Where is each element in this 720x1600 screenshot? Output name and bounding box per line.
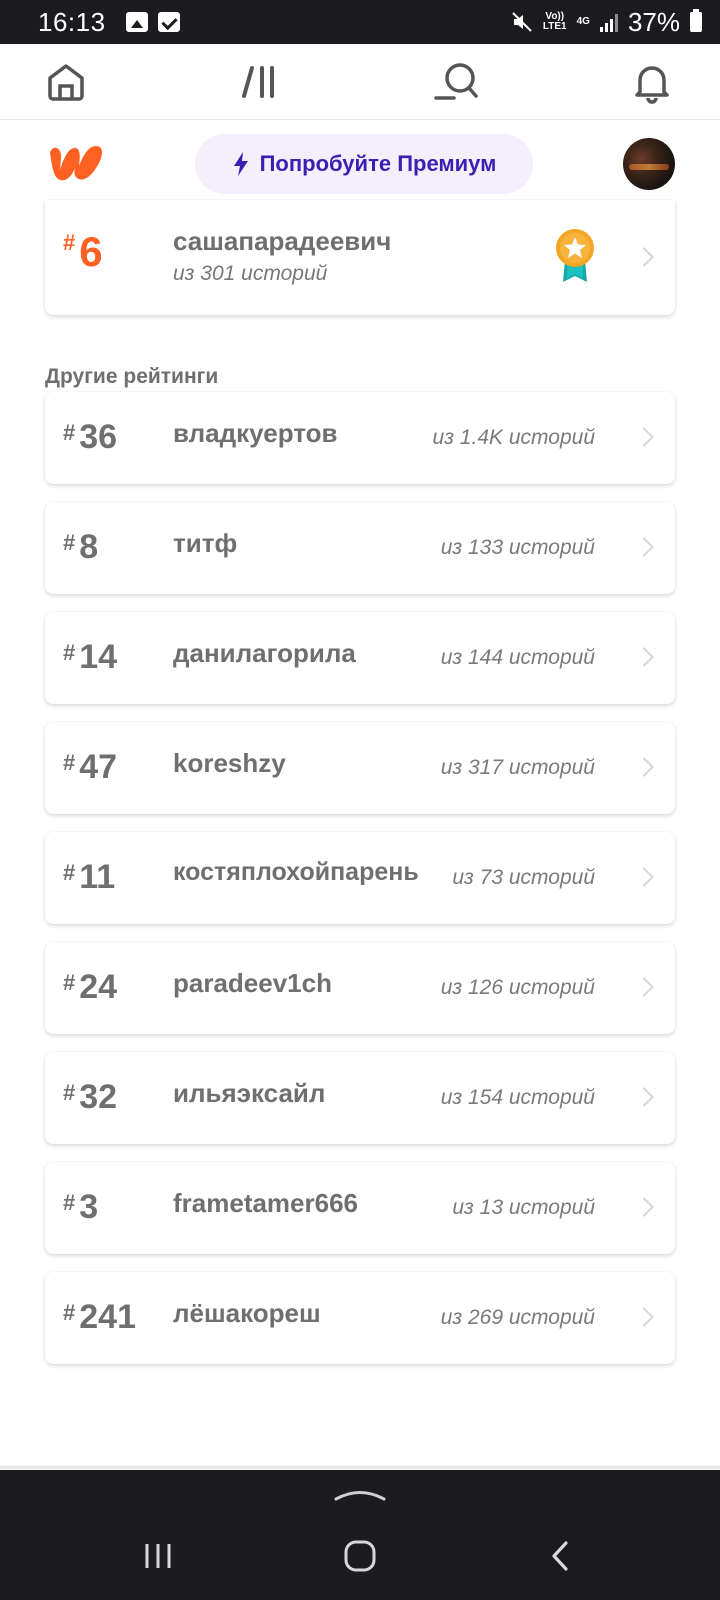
- home-button[interactable]: [42, 58, 90, 106]
- ranking-name: frametamer666: [173, 1188, 359, 1218]
- gallery-notification-icon: [125, 12, 148, 32]
- premium-label: Попробуйте Премиум: [259, 151, 497, 176]
- back-icon: [552, 1541, 568, 1571]
- medal-icon: [556, 229, 594, 282]
- chevron-right-icon: [634, 537, 654, 557]
- chevron-right-icon: [634, 977, 654, 997]
- top-navigation: [0, 44, 720, 120]
- rank-number: 3: [79, 1188, 99, 1226]
- chevron-right-icon: [634, 757, 654, 777]
- signal-icon: [599, 12, 618, 32]
- main-ranking-name: сашапарадеевич: [173, 226, 392, 256]
- notifications-button[interactable]: [628, 58, 676, 106]
- status-time: 16:13: [38, 6, 106, 37]
- battery-percent: 37%: [627, 6, 680, 37]
- ranking-count: из 126 историй: [440, 976, 595, 999]
- chevron-right-icon: [634, 427, 654, 447]
- ranking-name: владкуертов: [173, 418, 338, 448]
- mute-icon: [512, 12, 532, 32]
- ranking-count: из 317 историй: [440, 756, 595, 779]
- ranking-name: титф: [173, 528, 238, 558]
- main-rank: # 6: [63, 228, 103, 275]
- expand-handle-icon[interactable]: [334, 1486, 386, 1502]
- library-button[interactable]: [236, 58, 284, 106]
- wattpad-logo-icon: [50, 146, 102, 181]
- rank-number: 11: [79, 858, 116, 896]
- ranking-name: koreshzy: [173, 748, 286, 778]
- rank-number: 32: [79, 1078, 118, 1116]
- home-icon: [48, 64, 84, 101]
- network-type-indicator: 4G: [576, 16, 590, 27]
- main-rank-number: 6: [79, 228, 103, 275]
- ranking-count: из 154 историй: [440, 1086, 595, 1109]
- user-avatar[interactable]: [623, 138, 675, 190]
- ranking-name: paradeev1ch: [173, 968, 332, 998]
- rank-number: 47: [79, 748, 118, 786]
- ranking-card[interactable]: #3 frametamer666 из 13 историй: [45, 1162, 675, 1254]
- ranking-count: из 13 историй: [452, 1196, 595, 1219]
- bell-icon: [635, 66, 669, 104]
- ranking-name: лёшакореш: [173, 1298, 321, 1328]
- main-ranking-card[interactable]: # 6 сашапарадеевич из 301 историй: [45, 200, 675, 315]
- ranking-count: из 1.4K историй: [432, 426, 595, 449]
- ranking-card[interactable]: #36 владкуертов из 1.4K историй: [45, 392, 675, 484]
- library-icon: [242, 66, 274, 98]
- home-circle-icon: [344, 1540, 376, 1572]
- rank-number: 36: [79, 418, 118, 456]
- chevron-right-icon: [634, 647, 654, 667]
- other-rankings-title: Другие рейтинги: [45, 365, 219, 388]
- ranking-name: костяплохойпарень: [173, 858, 419, 886]
- rank-number: 24: [79, 968, 118, 1006]
- lightning-icon: [233, 152, 248, 176]
- ranking-card[interactable]: #24 paradeev1ch из 126 историй: [45, 942, 675, 1034]
- chevron-right-icon: [634, 1197, 654, 1217]
- chevron-right-icon: [634, 1307, 654, 1327]
- chevron-right-icon: [634, 247, 654, 267]
- rank-number: 8: [79, 528, 99, 566]
- main-ranking-subtitle: из 301 историй: [173, 262, 328, 285]
- ranking-count: из 73 историй: [452, 866, 595, 889]
- ranking-count: из 133 историй: [440, 536, 595, 559]
- chevron-right-icon: [634, 1087, 654, 1107]
- ranking-card[interactable]: #11 костяплохойпарень из 73 историй: [45, 832, 675, 924]
- battery-icon: [690, 9, 702, 32]
- back-button[interactable]: [536, 1532, 584, 1580]
- recent-apps-button[interactable]: [134, 1532, 182, 1580]
- ranking-card[interactable]: #47 koreshzy из 317 историй: [45, 722, 675, 814]
- system-navigation-bar: [0, 1470, 720, 1600]
- ranking-card[interactable]: #32 ильяэксайл из 154 историй: [45, 1052, 675, 1144]
- home-system-button[interactable]: [336, 1532, 384, 1580]
- search-icon: [434, 63, 478, 100]
- rank-number: 14: [79, 638, 118, 676]
- app-header: Попробуйте Премиум: [0, 120, 720, 208]
- chevron-right-icon: [634, 867, 654, 887]
- ranking-count: из 144 историй: [440, 646, 595, 669]
- ranking-card[interactable]: #8 титф из 133 историй: [45, 502, 675, 594]
- search-button[interactable]: [432, 58, 480, 106]
- ranking-name: ильяэксайл: [173, 1078, 326, 1108]
- try-premium-button[interactable]: Попробуйте Премиум: [195, 134, 533, 194]
- rank-number: 241: [79, 1298, 136, 1336]
- ranking-name: данилагорила: [173, 638, 356, 668]
- ranking-count: из 269 историй: [440, 1306, 595, 1329]
- ranking-card[interactable]: #241 лёшакореш из 269 историй: [45, 1272, 675, 1364]
- recent-apps-icon: [145, 1544, 171, 1568]
- ranking-card[interactable]: #14 данилагорила из 144 историй: [45, 612, 675, 704]
- checkbox-notification-icon: [157, 12, 180, 32]
- volte-indicator: Vo)) LTE1: [542, 11, 567, 32]
- status-bar: 16:13 Vo)) LTE1 4G 37%: [0, 0, 720, 44]
